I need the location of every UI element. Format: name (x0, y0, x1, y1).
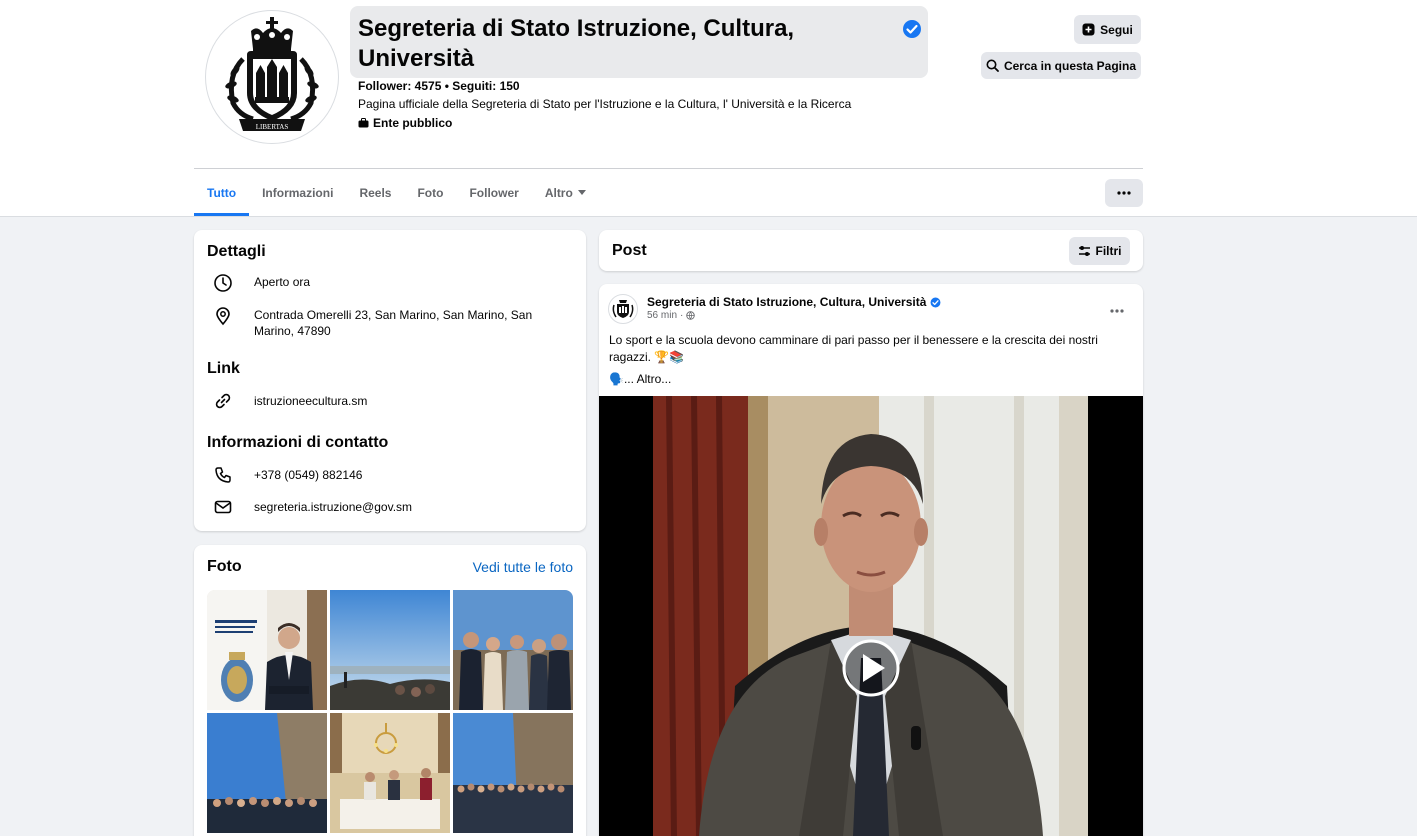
tab-photos-label: Foto (417, 186, 444, 200)
tab-reels[interactable]: Reels (346, 170, 404, 216)
photo-sky-image (330, 590, 450, 710)
photo-tower-crowd-image (207, 713, 327, 833)
tab-followers-label: Follower (469, 186, 519, 200)
email-row: segreteria.istruzione@gov.sm (213, 497, 412, 517)
page-tabs: Tutto Informazioni Reels Foto Follower A… (194, 170, 599, 216)
location-pin-icon (216, 307, 230, 326)
header-divider (194, 168, 1143, 169)
tab-reels-label: Reels (359, 186, 392, 200)
phone-row: +378 (0549) 882146 (213, 465, 362, 485)
tab-all-label: Tutto (207, 186, 237, 200)
profile-avatar[interactable]: LIBERTAS (205, 10, 339, 144)
post-author-name[interactable]: Segreteria di Stato Istruzione, Cultura,… (647, 295, 926, 309)
video-frame-image (653, 396, 1088, 836)
post-body-text: Lo sport e la scuola devono camminare di… (609, 333, 1098, 364)
logo-motto: LIBERTAS (256, 123, 289, 131)
hours-row: Aperto ora (213, 273, 310, 293)
posts-header-card: Post Filtri (599, 230, 1143, 271)
page-category-label: Ente pubblico (373, 116, 453, 130)
photos-card: Foto Vedi tutte le foto (194, 545, 586, 836)
follower-stats: Follower: 4575 • Seguiti: 150 (358, 79, 520, 93)
photo-indoor-event-image (330, 713, 450, 833)
website-row: istruzioneecultura.sm (213, 391, 367, 411)
globe-icon (686, 311, 696, 320)
post-author-line: Segreteria di Stato Istruzione, Cultura,… (647, 295, 941, 309)
photo-tower-gathering-image (453, 713, 573, 833)
photo-thumbnail[interactable] (207, 713, 327, 833)
page-description: Pagina ufficiale della Segreteria di Sta… (358, 97, 852, 111)
verified-badge-icon (930, 297, 941, 307)
tab-followers[interactable]: Follower (456, 170, 531, 216)
caret-down-icon (577, 190, 586, 195)
website-link[interactable]: istruzioneecultura.sm (254, 391, 367, 409)
phone-text: +378 (0549) 882146 (254, 468, 363, 482)
photo-group-image (453, 590, 573, 710)
follow-icon (1082, 23, 1095, 36)
posts-heading: Post (612, 242, 647, 259)
ellipsis-icon (1117, 191, 1131, 195)
ellipsis-icon (1110, 309, 1124, 313)
photo-thumbnail[interactable] (453, 590, 573, 710)
briefcase-icon (358, 118, 369, 128)
link-icon (215, 393, 231, 409)
post-author-avatar[interactable] (608, 294, 638, 324)
address-row: Contrada Omerelli 23, San Marino, San Ma… (213, 306, 554, 339)
post-video[interactable] (599, 396, 1143, 836)
san-marino-coat-of-arms-icon (612, 300, 634, 318)
see-more-link[interactable]: 🗣️... Altro... (609, 371, 671, 388)
tab-about[interactable]: Informazioni (249, 170, 346, 216)
photo-thumbnail[interactable] (207, 590, 327, 710)
search-icon (986, 59, 999, 72)
tab-about-label: Informazioni (262, 186, 334, 200)
post-timestamp[interactable]: 56 min (647, 310, 677, 321)
verified-badge-icon (903, 20, 921, 38)
envelope-icon (214, 500, 232, 514)
photo-thumbnail[interactable] (453, 713, 573, 833)
filters-label: Filtri (1095, 244, 1122, 258)
photo-portrait-image (207, 590, 327, 710)
post-options-button[interactable] (1110, 300, 1124, 318)
filters-button[interactable]: Filtri (1069, 237, 1130, 265)
meta-separator: · (680, 310, 684, 321)
email-link[interactable]: segreteria.istruzione@gov.sm (254, 497, 412, 515)
see-all-photos-link[interactable]: Vedi tutte le foto (473, 559, 573, 575)
more-options-button[interactable] (1105, 179, 1143, 207)
san-marino-coat-of-arms-icon: LIBERTAS (225, 17, 319, 131)
tab-more[interactable]: Altro (532, 170, 599, 216)
photo-thumbnail[interactable] (330, 590, 450, 710)
follow-button-label: Segui (1100, 22, 1133, 37)
photos-heading: Foto (207, 558, 242, 575)
address-link[interactable]: Contrada Omerelli 23, San Marino, San Ma… (254, 306, 554, 339)
details-card: Dettagli Aperto ora Contrada Omerelli 23… (194, 230, 586, 531)
hours-text: Aperto ora (254, 275, 311, 289)
tab-all[interactable]: Tutto (194, 170, 250, 216)
photo-thumbnail[interactable] (330, 713, 450, 833)
phone-icon (215, 467, 231, 483)
link-heading: Link (207, 360, 240, 377)
page-category: Ente pubblico (358, 116, 452, 130)
tab-more-label: Altro (544, 186, 573, 200)
page-title: Segreteria di Stato Istruzione, Cultura,… (358, 15, 795, 72)
details-heading: Dettagli (207, 243, 266, 260)
post-meta: 56 min · (647, 310, 696, 321)
follow-button[interactable]: Segui (1074, 15, 1141, 44)
contact-heading: Informazioni di contatto (207, 434, 389, 451)
tab-photos[interactable]: Foto (404, 170, 456, 216)
filter-sliders-icon (1078, 246, 1090, 256)
search-page-button[interactable]: Cerca in questa Pagina (981, 52, 1141, 79)
search-page-label: Cerca in questa Pagina (1003, 58, 1137, 73)
page-header: LIBERTAS Segreteria di Stato Istruzione,… (0, 0, 1417, 217)
clock-icon (214, 274, 232, 292)
